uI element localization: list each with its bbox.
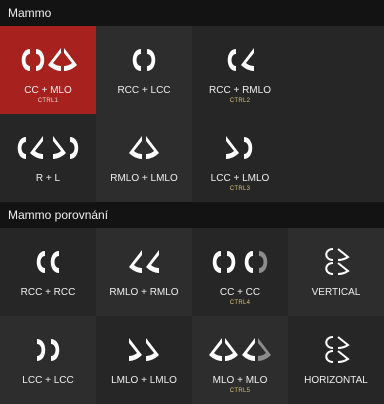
tile-shortcut: CTRL3 xyxy=(229,186,251,192)
layout-rcc-lcc-button[interactable]: RCC + LCC xyxy=(96,26,192,114)
layout-lmlo-lmlo-button[interactable]: LMLO + LMLO xyxy=(96,316,192,404)
tile-label: CC + CC xyxy=(219,287,261,298)
tile-label: HORIZONTAL xyxy=(304,375,368,386)
rcc-rcc-icon xyxy=(33,246,63,278)
tile-shortcut: CTRL1 xyxy=(37,98,59,104)
mammo-grid: CC + MLO CTRL1 RCC + LCC RCC + RMLO CTRL… xyxy=(0,26,384,202)
section-header-mammo: Mammo xyxy=(0,0,384,26)
layout-cc-mlo-button[interactable]: CC + MLO CTRL1 xyxy=(0,26,96,114)
empty-cell xyxy=(288,26,384,114)
layout-horizontal-button[interactable]: HORIZONTAL xyxy=(288,316,384,404)
layout-rmlo-lmlo-button[interactable]: RMLO + LMLO xyxy=(96,114,192,202)
vertical-icon xyxy=(321,246,351,278)
rmlo-lmlo-icon xyxy=(127,132,161,164)
tile-label: LCC + LMLO xyxy=(210,173,270,184)
lcc-lcc-icon xyxy=(33,334,63,366)
layout-lcc-lcc-button[interactable]: LCC + LCC xyxy=(0,316,96,404)
layout-lcc-lmlo-button[interactable]: LCC + LMLO CTRL3 xyxy=(192,114,288,202)
tile-label: VERTICAL xyxy=(311,287,361,298)
layout-rcc-rcc-button[interactable]: RCC + RCC xyxy=(0,228,96,316)
empty-cell xyxy=(288,114,384,202)
layout-cc-cc-button[interactable]: CC + CC CTRL4 xyxy=(192,228,288,316)
lmlo-lmlo-icon xyxy=(127,334,161,366)
lcc-lmlo-icon xyxy=(223,132,257,164)
tile-label: LMLO + LMLO xyxy=(111,375,177,386)
layout-rcc-rmlo-button[interactable]: RCC + RMLO CTRL2 xyxy=(192,26,288,114)
section-header-mammo-porovnani: Mammo porovnání xyxy=(0,202,384,228)
mlo-mlo-icon xyxy=(208,334,272,366)
cc-mlo-icon xyxy=(18,44,78,76)
tile-label: RCC + RCC xyxy=(20,287,76,298)
tile-label: R + L xyxy=(35,173,61,184)
tile-shortcut: CTRL4 xyxy=(229,300,251,306)
rcc-rmlo-icon xyxy=(223,44,257,76)
tile-label: RMLO + LMLO xyxy=(110,173,178,184)
tile-label: LCC + LCC xyxy=(22,375,74,386)
tile-label: CC + MLO xyxy=(24,85,72,96)
tile-label: RCC + LCC xyxy=(117,85,171,96)
tile-label: RCC + RMLO xyxy=(209,85,271,96)
layout-mlo-mlo-button[interactable]: MLO + MLO CTRL5 xyxy=(192,316,288,404)
rcc-lcc-icon xyxy=(129,44,159,76)
horizontal-icon xyxy=(321,334,351,366)
layout-rmlo-rmlo-button[interactable]: RMLO + RMLO xyxy=(96,228,192,316)
rmlo-rmlo-icon xyxy=(127,246,161,278)
cc-cc-icon xyxy=(209,246,271,278)
layout-r-l-button[interactable]: R + L xyxy=(0,114,96,202)
tile-shortcut: CTRL2 xyxy=(229,98,251,104)
r-l-icon xyxy=(14,132,82,164)
tile-label: MLO + MLO xyxy=(212,375,268,386)
tile-shortcut: CTRL5 xyxy=(229,388,251,394)
layout-vertical-button[interactable]: VERTICAL xyxy=(288,228,384,316)
tile-label: RMLO + RMLO xyxy=(109,287,179,298)
mammo-comparison-grid: RCC + RCC RMLO + RMLO CC + CC CTRL4 VERT… xyxy=(0,228,384,404)
